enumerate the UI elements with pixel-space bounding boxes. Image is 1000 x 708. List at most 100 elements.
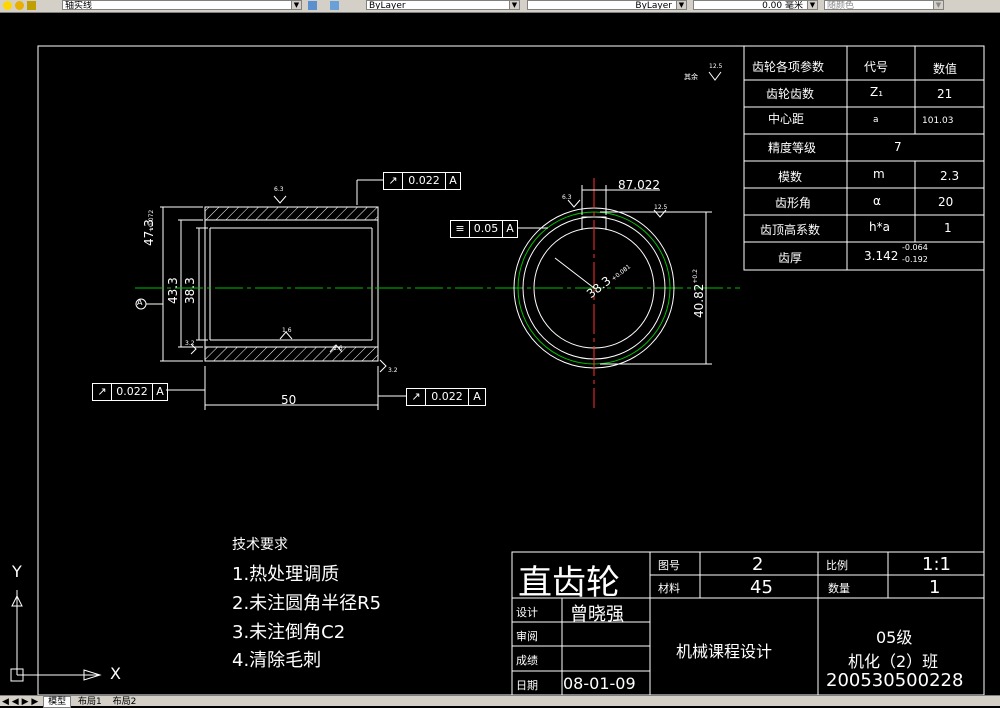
dim-od-tol-sup: +0.072: [148, 209, 155, 232]
param-row-name: 中心距: [768, 112, 805, 126]
param-row-val: 20: [938, 195, 954, 209]
linetype-dropdown[interactable]: ByLayer ▼: [527, 0, 687, 10]
dim-length: 50: [281, 393, 297, 407]
layer-previous-icon[interactable]: [330, 1, 339, 10]
param-header-sym: 代号: [864, 60, 889, 74]
hatch-bottom: [204, 346, 379, 362]
param-row-sym: Z₁: [870, 85, 884, 99]
score-label: 成绩: [516, 654, 538, 667]
grade-value: 05级: [876, 628, 913, 647]
material-label: 材料: [658, 582, 680, 595]
notes-item: 3.未注倒角C2: [232, 622, 346, 643]
roughness-rest-label: 其余: [684, 73, 698, 81]
param-row-name: 齿轮齿数: [766, 87, 815, 101]
layer-name: 轴实线: [65, 1, 93, 10]
param-row-name: 齿形角: [775, 196, 812, 210]
roughness-6: 6.3: [562, 194, 572, 201]
param-header-name: 齿轮各项参数: [752, 60, 825, 74]
chevron-down-icon[interactable]: ▼: [933, 1, 943, 9]
roughness-2: 1.6: [282, 327, 292, 334]
runout-icon: ↗: [407, 389, 426, 405]
gdt-frame-1: ↗ 0.022 A: [383, 172, 461, 190]
roughness-5: 3.2: [388, 367, 398, 374]
lock-icon[interactable]: [27, 1, 36, 10]
design-label: 设计: [516, 606, 538, 619]
gdt-frame-3: ↗ 0.022 A: [92, 383, 168, 401]
gdt-frame-2: ≡ 0.05 A: [450, 220, 518, 238]
runout-icon: ↗: [93, 384, 112, 400]
dim-od: 43.3: [166, 277, 180, 304]
notes-item: 1.热处理调质: [232, 564, 340, 585]
gdt-4-ref: A: [473, 390, 481, 403]
param-row-sym: m: [873, 167, 885, 181]
param-row-tol-lo: -0.192: [902, 255, 928, 264]
scale-label: 比例: [826, 559, 848, 572]
symmetry-icon: ≡: [451, 221, 470, 237]
gdt-1-value: 0.022: [403, 173, 446, 189]
course-name: 机械课程设计: [676, 642, 773, 661]
drawing-no-value: 2: [752, 554, 764, 575]
chevron-down-icon[interactable]: ▼: [807, 1, 817, 9]
param-header-val: 数值: [933, 62, 958, 76]
linetype-value: ByLayer: [635, 1, 672, 10]
date-value: 08-01-09: [563, 674, 636, 693]
date-label: 日期: [516, 679, 538, 692]
plotstyle-dropdown[interactable]: 随颜色 ▼: [824, 0, 944, 10]
chevron-down-icon[interactable]: ▼: [676, 1, 686, 9]
roughness-4: 3.2: [185, 340, 195, 347]
part-name: 直齿轮: [518, 563, 620, 603]
dim-id: 38.3: [183, 277, 197, 304]
qty-value: 1: [929, 577, 941, 598]
gdt-3-value: 0.022: [112, 384, 153, 400]
plotstyle-value: 随颜色: [827, 1, 855, 10]
gdt-3-ref: A: [156, 385, 164, 398]
chevron-down-icon[interactable]: ▼: [509, 1, 519, 9]
param-row-name: 齿顶高系数: [760, 223, 821, 237]
roughness-3: 1.6: [333, 345, 343, 352]
dim-outer-right-tol: +0.2: [692, 269, 699, 284]
param-row-sym: α: [873, 194, 881, 208]
tab-layout1[interactable]: 布局1: [74, 697, 106, 707]
layer-manager-icon[interactable]: [308, 1, 317, 10]
class-value: 机化（2）班: [848, 652, 939, 671]
param-row-val: 2.3: [940, 169, 960, 183]
drawing-no-label: 图号: [658, 559, 680, 572]
chevron-down-icon[interactable]: ▼: [291, 1, 301, 9]
dim-outer-right-value: 40.82: [692, 283, 706, 318]
param-row-val: 21: [937, 87, 953, 101]
tab-layout2[interactable]: 布局2: [109, 697, 141, 707]
end-view: [513, 178, 712, 408]
param-row-val: 1: [944, 221, 952, 235]
param-row-name: 齿厚: [778, 251, 803, 265]
ucs-y-label: Y: [12, 562, 22, 581]
lineweight-value: 0.00 毫米: [762, 1, 803, 10]
tab-nav-arrows[interactable]: ◀ ◀ ▶ ▶: [0, 697, 40, 707]
notes-item: 2.未注圆角半径R5: [232, 593, 382, 614]
color-value: ByLayer: [369, 1, 406, 10]
gdt-1-ref: A: [449, 174, 457, 187]
tab-model[interactable]: 模型: [43, 696, 72, 708]
gdt-2-ref: A: [506, 222, 514, 235]
param-row-tol-up: -0.064: [902, 243, 928, 252]
color-dropdown[interactable]: ByLayer ▼: [366, 0, 520, 10]
ucs-x-label: X: [110, 664, 121, 683]
layer-dropdown[interactable]: 轴实线 ▼: [62, 0, 302, 10]
roughness-7: 12.5: [654, 204, 668, 211]
scale-value: 1:1: [922, 554, 951, 575]
gdt-4-value: 0.022: [426, 389, 469, 405]
lightbulb-icon[interactable]: [3, 1, 12, 10]
drawing-canvas[interactable]: [0, 12, 1000, 695]
sun-icon[interactable]: [15, 1, 24, 10]
param-row-name: 精度等级: [768, 141, 817, 155]
dim-outer-right: 40.82+0.2: [692, 269, 706, 318]
ucs-icon: [10, 590, 102, 682]
datum-label: A: [137, 298, 143, 307]
dim-keyway: 87.022: [618, 178, 660, 192]
lineweight-dropdown[interactable]: 0.00 毫米 ▼: [693, 0, 818, 10]
param-row-name: 模数: [778, 170, 803, 184]
param-row-val: 3.142: [864, 249, 899, 263]
hatch-top: [204, 206, 379, 221]
roughness-8: 12.5: [709, 63, 723, 70]
layout-tab-strip: ◀ ◀ ▶ ▶ 模型 布局1 布局2: [0, 695, 1000, 708]
roughness-1: 6.3: [274, 186, 284, 193]
